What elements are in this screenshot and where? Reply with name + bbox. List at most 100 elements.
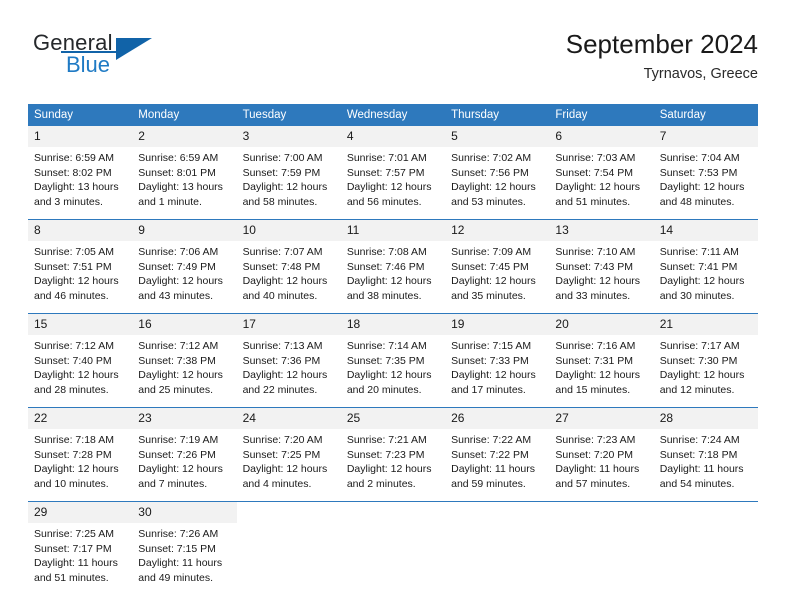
day-info-line: Daylight: 12 hours [34,463,119,476]
calendar-day-cell[interactable]: 3 Sunrise: 7:00 AM Sunset: 7:59 PM Daylight… [236,126,341,220]
day-info-line: and 12 minutes. [659,383,735,396]
day-info-line: Daylight: 12 hours [346,275,432,288]
day-info-line: and 43 minutes. [138,289,213,302]
calendar-day-cell[interactable]: 9 Sunrise: 7:06 AM Sunset: 7:49 PM Daylight… [132,219,237,314]
calendar-day-cell[interactable]: 14 Sunrise: 7:11 AM Sunset: 7:41 PM Dayligh… [653,219,758,314]
calendar-day-cell[interactable]: 6 Sunrise: 7:03 AM Sunset: 7:54 PM Daylight… [549,126,654,220]
calendar-day-cell[interactable]: 2 Sunrise: 6:59 AM Sunset: 8:01 PM Daylight… [132,126,237,220]
day-number: 16 [132,314,237,335]
day-info-line: Daylight: 12 hours [242,463,328,476]
day-number: 26 [445,408,550,429]
day-info-line: Sunrise: 7:02 AM [451,152,532,164]
day-details: Sunrise: 7:04 AM Sunset: 7:53 PM Daylight:… [654,147,758,219]
calendar-week-row: 22 Sunrise: 7:18 AM Sunset: 7:28 PM Dayligh… [28,407,758,502]
calendar-day-cell[interactable]: 5 Sunrise: 7:02 AM Sunset: 7:56 PM Daylight… [445,126,550,220]
day-number: 13 [549,220,654,241]
day-info-line: and 4 minutes. [242,477,312,490]
calendar-day-cell[interactable]: 1 Sunrise: 6:59 AM Sunset: 8:02 PM Daylight… [28,126,133,220]
day-info-line: Sunset: 7:41 PM [659,260,738,273]
day-info-line: Daylight: 12 hours [242,275,328,288]
calendar-day-cell[interactable]: 4 Sunrise: 7:01 AM Sunset: 7:57 PM Daylight… [340,126,446,220]
day-details: Sunrise: 7:11 AM Sunset: 7:41 PM Daylight:… [654,241,758,313]
day-info-line: Sunset: 7:51 PM [34,260,112,273]
calendar-day-cell[interactable]: 23 Sunrise: 7:19 AM Sunset: 7:26 PM Dayligh… [132,407,237,502]
day-info-line: and 40 minutes. [242,289,318,302]
day-details: Sunrise: 7:00 AM Sunset: 7:59 PM Daylight:… [237,147,341,219]
day-info-line: Sunset: 7:18 PM [659,448,738,461]
day-info-line: Sunrise: 7:06 AM [138,246,219,258]
day-number: 17 [236,314,341,335]
day-info-line: Daylight: 12 hours [346,369,432,382]
calendar-day-cell[interactable]: 16 Sunrise: 7:12 AM Sunset: 7:38 PM Dayligh… [132,313,237,408]
day-info-line: Daylight: 12 hours [555,181,641,194]
calendar-week-row: 15 Sunrise: 7:12 AM Sunset: 7:40 PM Dayligh… [28,313,758,408]
day-info-line: Daylight: 12 hours [242,181,328,194]
calendar-day-cell[interactable]: 8 Sunrise: 7:05 AM Sunset: 7:51 PM Daylight… [28,219,133,314]
calendar-day-cell[interactable]: 19 Sunrise: 7:15 AM Sunset: 7:33 PM Dayligh… [445,313,550,408]
day-info-line: Sunset: 7:43 PM [555,260,634,273]
day-info-line: Sunset: 8:02 PM [34,166,112,179]
day-info-line: Daylight: 11 hours [138,557,223,570]
day-info-line: Daylight: 12 hours [555,369,641,382]
day-info-line: and 7 minutes. [138,477,208,490]
calendar-day-cell[interactable]: 30 Sunrise: 7:26 AM Sunset: 7:15 PM Dayligh… [132,501,237,595]
calendar-day-cell[interactable]: 25 Sunrise: 7:21 AM Sunset: 7:23 PM Dayligh… [340,407,446,502]
day-details: Sunrise: 7:05 AM Sunset: 7:51 PM Daylight:… [28,241,132,313]
day-info-line: and 57 minutes. [555,477,631,490]
calendar-day-cell[interactable]: 11 Sunrise: 7:08 AM Sunset: 7:46 PM Dayligh… [340,219,446,314]
day-info-line: Sunset: 7:48 PM [242,260,321,273]
day-info-line: and 54 minutes. [659,477,735,490]
day-details: Sunrise: 7:25 AM Sunset: 7:17 PM Daylight:… [28,523,132,595]
day-details [654,523,758,595]
calendar-day-cell[interactable]: 10 Sunrise: 7:07 AM Sunset: 7:48 PM Dayligh… [236,219,341,314]
day-info-line: and 51 minutes. [34,571,109,584]
calendar-day-cell[interactable]: 27 Sunrise: 7:23 AM Sunset: 7:20 PM Dayligh… [549,407,654,502]
day-info-line: Sunrise: 7:04 AM [659,152,740,164]
calendar-day-cell[interactable]: 20 Sunrise: 7:16 AM Sunset: 7:31 PM Dayligh… [549,313,654,408]
calendar-day-cell[interactable]: 13 Sunrise: 7:10 AM Sunset: 7:43 PM Dayligh… [549,219,654,314]
calendar-day-cell[interactable]: 15 Sunrise: 7:12 AM Sunset: 7:40 PM Dayligh… [28,313,133,408]
page-title: September 2024 [565,29,758,59]
day-info-line: Sunrise: 7:20 AM [242,434,323,446]
calendar-day-cell[interactable]: 18 Sunrise: 7:14 AM Sunset: 7:35 PM Dayligh… [340,313,446,408]
day-info-line: Sunrise: 7:16 AM [555,340,636,352]
calendar-day-cell[interactable]: 28 Sunrise: 7:24 AM Sunset: 7:18 PM Dayligh… [653,407,758,502]
day-number: 30 [132,502,237,523]
day-details: Sunrise: 7:09 AM Sunset: 7:45 PM Daylight:… [445,241,549,313]
day-details: Sunrise: 7:15 AM Sunset: 7:33 PM Daylight:… [445,335,549,407]
day-info-line: and 33 minutes. [555,289,631,302]
calendar-day-cell[interactable]: 24 Sunrise: 7:20 AM Sunset: 7:25 PM Dayligh… [236,407,341,502]
day-number: 29 [28,502,133,523]
general-blue-logo[interactable]: General Blue [33,30,153,82]
calendar-day-cell[interactable]: 21 Sunrise: 7:17 AM Sunset: 7:30 PM Dayligh… [653,313,758,408]
calendar-day-cell[interactable]: 7 Sunrise: 7:04 AM Sunset: 7:53 PM Daylight… [653,126,758,220]
day-info-line: Sunrise: 7:23 AM [555,434,636,446]
calendar-day-cell[interactable]: 26 Sunrise: 7:22 AM Sunset: 7:22 PM Dayligh… [445,407,550,502]
day-info-line: Sunset: 7:57 PM [346,166,425,179]
day-number: 27 [549,408,654,429]
day-number: 18 [340,314,446,335]
calendar-empty-cell [340,501,446,595]
calendar-day-cell[interactable]: 22 Sunrise: 7:18 AM Sunset: 7:28 PM Dayligh… [28,407,133,502]
day-info-line: Sunset: 7:46 PM [346,260,425,273]
day-number [340,502,446,523]
calendar-day-cell[interactable]: 12 Sunrise: 7:09 AM Sunset: 7:45 PM Dayligh… [445,219,550,314]
day-details [341,523,445,595]
day-details: Sunrise: 7:21 AM Sunset: 7:23 PM Daylight:… [341,429,445,501]
day-number: 1 [28,126,133,147]
calendar-day-cell[interactable]: 29 Sunrise: 7:25 AM Sunset: 7:17 PM Dayligh… [28,501,133,595]
day-number [549,502,654,523]
day-info-line: Sunrise: 7:19 AM [138,434,219,446]
day-info-line: Sunrise: 7:09 AM [451,246,532,258]
day-number: 22 [28,408,133,429]
calendar-day-cell[interactable]: 17 Sunrise: 7:13 AM Sunset: 7:36 PM Dayligh… [236,313,341,408]
weekday-header-sunday: Sunday [28,104,133,126]
day-info-line: Sunrise: 7:21 AM [346,434,427,446]
day-info-line: Daylight: 12 hours [138,463,223,476]
day-info-line: Daylight: 11 hours [451,463,535,476]
day-info-line: Daylight: 11 hours [659,463,744,476]
logo-triangle-icon [116,38,152,60]
day-info-line: Daylight: 11 hours [34,557,118,570]
day-details: Sunrise: 7:20 AM Sunset: 7:25 PM Daylight:… [237,429,341,501]
day-number: 24 [236,408,341,429]
